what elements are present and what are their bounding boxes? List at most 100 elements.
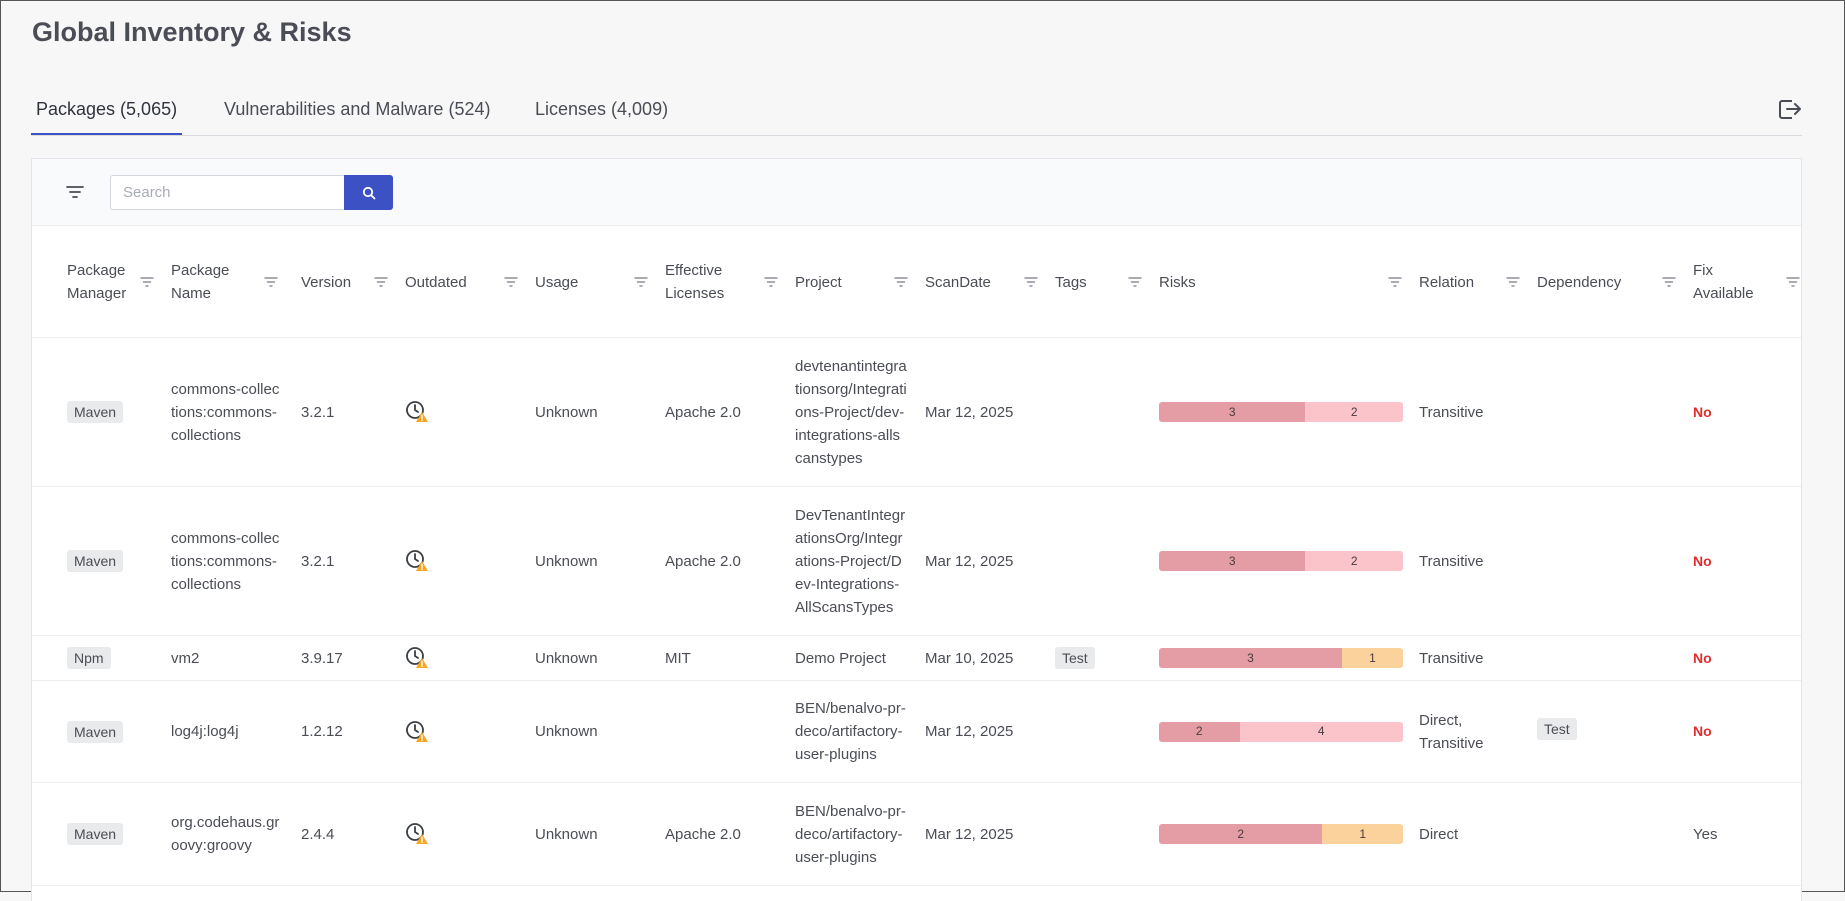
- project-path: BEN/benalvo-pr-deco/artifactory-user-plu…: [795, 802, 906, 866]
- cell-package-name[interactable]: log4j:log4j: [171, 681, 281, 782]
- cell-package-name[interactable]: commons-collections:commons-collections: [171, 338, 281, 486]
- risk-segment-critical[interactable]: 3: [1159, 402, 1306, 422]
- column-header-scandate[interactable]: ScanDate: [925, 226, 1015, 338]
- cell-effective-licenses: Apache 2.0: [665, 487, 775, 635]
- column-header-outdated[interactable]: Outdated: [405, 226, 495, 338]
- column-header-label: Outdated: [405, 273, 467, 291]
- cell-version: 1.2.12: [301, 681, 371, 782]
- column-header-label: Usage: [535, 273, 579, 291]
- column-header-usage[interactable]: Usage: [535, 226, 625, 338]
- app-frame: Global Inventory & Risks Packages (5,065…: [0, 0, 1845, 901]
- cell-version: 3.2.1: [301, 487, 371, 635]
- column-header-manager[interactable]: Package Manager: [67, 226, 129, 338]
- cell-usage: Unknown: [535, 487, 645, 635]
- risk-segment-critical[interactable]: 3: [1159, 648, 1342, 668]
- cell-project[interactable]: DevTenantIntegrationsOrg/Integrations-Pr…: [795, 487, 907, 635]
- risk-segment-medium[interactable]: 1: [1322, 824, 1403, 844]
- cell-project[interactable]: Demo Project: [795, 636, 907, 680]
- clock-warning-icon: [406, 720, 428, 742]
- cell-risks[interactable]: 21: [1159, 783, 1409, 885]
- export-icon[interactable]: [1777, 97, 1803, 121]
- risk-segment-high[interactable]: 4: [1239, 721, 1403, 742]
- cell-package-manager: Maven: [67, 338, 145, 486]
- cell-relation: Direct: [1419, 783, 1519, 885]
- cell-relation: Transitive: [1419, 338, 1519, 486]
- table-row[interactable]: Maven log4j:log4j 1.2.12 Unknown BEN/benalvo…: [32, 681, 1801, 783]
- risk-segment-critical[interactable]: 2: [1159, 824, 1323, 844]
- column-filter-icon[interactable]: [1662, 276, 1676, 288]
- project-path: devtenantintegrationsorg/Integrations-Pr…: [795, 357, 907, 467]
- column-header-label: Effective Licenses: [665, 262, 725, 302]
- column-filter-icon[interactable]: [504, 276, 518, 288]
- risk-segment-high[interactable]: 2: [1305, 551, 1403, 571]
- risk-segment-high[interactable]: 2: [1305, 402, 1403, 422]
- column-header-fix[interactable]: Fix Available: [1693, 226, 1763, 338]
- risk-bar[interactable]: 32: [1159, 402, 1403, 422]
- license-value: MIT: [665, 649, 691, 667]
- column-header-label: Dependency: [1537, 273, 1622, 291]
- cell-risks[interactable]: 32: [1159, 338, 1409, 486]
- cell-project[interactable]: devtenantintegrationsorg/Integrations-Pr…: [795, 338, 907, 486]
- search-button[interactable]: [344, 175, 393, 210]
- project-path: Demo Project: [795, 649, 886, 667]
- table-row[interactable]: Maven commons-collections:commons-collect…: [32, 338, 1801, 487]
- column-filter-icon[interactable]: [140, 276, 154, 288]
- scan-date: Mar 12, 2025: [925, 403, 1014, 421]
- column-filter-icon[interactable]: [1786, 276, 1800, 288]
- cell-scan-date: Mar 12, 2025: [925, 783, 1045, 885]
- column-header-label: ScanDate: [925, 273, 991, 291]
- column-header-label: Fix Available: [1693, 262, 1754, 302]
- cell-usage: Unknown: [535, 783, 645, 885]
- page-title: Global Inventory & Risks: [32, 17, 352, 47]
- column-filter-icon[interactable]: [764, 276, 778, 288]
- tab-licenses[interactable]: Licenses (4,009): [530, 99, 673, 133]
- risk-bar[interactable]: 24: [1159, 721, 1403, 742]
- cell-project[interactable]: BEN/benalvo-pr-deco/artifactory-user-plu…: [795, 681, 907, 782]
- cell-outdated: [405, 487, 525, 635]
- column-filter-icon[interactable]: [894, 276, 908, 288]
- filter-icon[interactable]: [66, 185, 84, 199]
- column-header-licenses[interactable]: Effective Licenses: [665, 226, 735, 338]
- column-filter-icon[interactable]: [1024, 276, 1038, 288]
- column-filter-icon[interactable]: [1506, 276, 1520, 288]
- risk-segment-critical[interactable]: 3: [1159, 551, 1306, 571]
- column-filter-icon[interactable]: [1388, 276, 1402, 288]
- column-header-dependency[interactable]: Dependency: [1537, 226, 1657, 338]
- cell-relation: Transitive: [1419, 487, 1519, 635]
- package-version: 3.2.1: [301, 552, 335, 570]
- project-path: DevTenantIntegrationsOrg/Integrations-Pr…: [795, 506, 906, 616]
- column-filter-icon[interactable]: [1128, 276, 1142, 288]
- cell-risks[interactable]: 24: [1159, 681, 1409, 782]
- cell-risks[interactable]: 32: [1159, 487, 1409, 635]
- clock-warning-icon: [406, 823, 428, 844]
- tab-packages[interactable]: Packages (5,065): [31, 99, 183, 135]
- table-row[interactable]: Maven org.codehaus.groovy:groovy 2.4.4 Unkn…: [32, 783, 1801, 886]
- cell-risks[interactable]: 31: [1159, 636, 1409, 680]
- tab-vulnerabilities[interactable]: Vulnerabilities and Malware (524): [219, 99, 495, 133]
- cell-relation: Direct, Transitive: [1419, 681, 1519, 782]
- usage-value: Unknown: [535, 723, 598, 740]
- column-header-project[interactable]: Project: [795, 226, 885, 338]
- risk-segment-critical[interactable]: 2: [1159, 721, 1240, 742]
- column-filter-icon[interactable]: [374, 276, 388, 288]
- column-header-name[interactable]: Package Name: [171, 226, 271, 338]
- column-filter-icon[interactable]: [634, 276, 648, 288]
- risk-bar[interactable]: 31: [1159, 648, 1403, 668]
- risk-bar[interactable]: 21: [1159, 824, 1403, 844]
- column-header-relation[interactable]: Relation: [1419, 226, 1509, 338]
- column-header-risks[interactable]: Risks: [1159, 226, 1359, 338]
- search-input[interactable]: [110, 175, 344, 210]
- cell-outdated: [405, 636, 525, 680]
- cell-package-name[interactable]: commons-collections:commons-collections: [171, 487, 281, 635]
- table-row[interactable]: Maven commons-collections:commons-collect…: [32, 487, 1801, 636]
- table-row[interactable]: Npm vm2 3.9.17 Unknown MIT Demo Project Mar 10…: [32, 636, 1801, 681]
- risk-bar[interactable]: 32: [1159, 551, 1403, 571]
- risk-segment-medium[interactable]: 1: [1342, 648, 1403, 668]
- fix-available-value: No: [1693, 723, 1712, 739]
- cell-package-name[interactable]: org.codehaus.groovy:groovy: [171, 783, 281, 885]
- cell-tags: [1055, 783, 1145, 885]
- column-filter-icon[interactable]: [264, 276, 278, 288]
- package-manager-badge: Maven: [67, 720, 124, 743]
- cell-package-name[interactable]: vm2: [171, 636, 281, 680]
- cell-project[interactable]: BEN/benalvo-pr-deco/artifactory-user-plu…: [795, 783, 907, 885]
